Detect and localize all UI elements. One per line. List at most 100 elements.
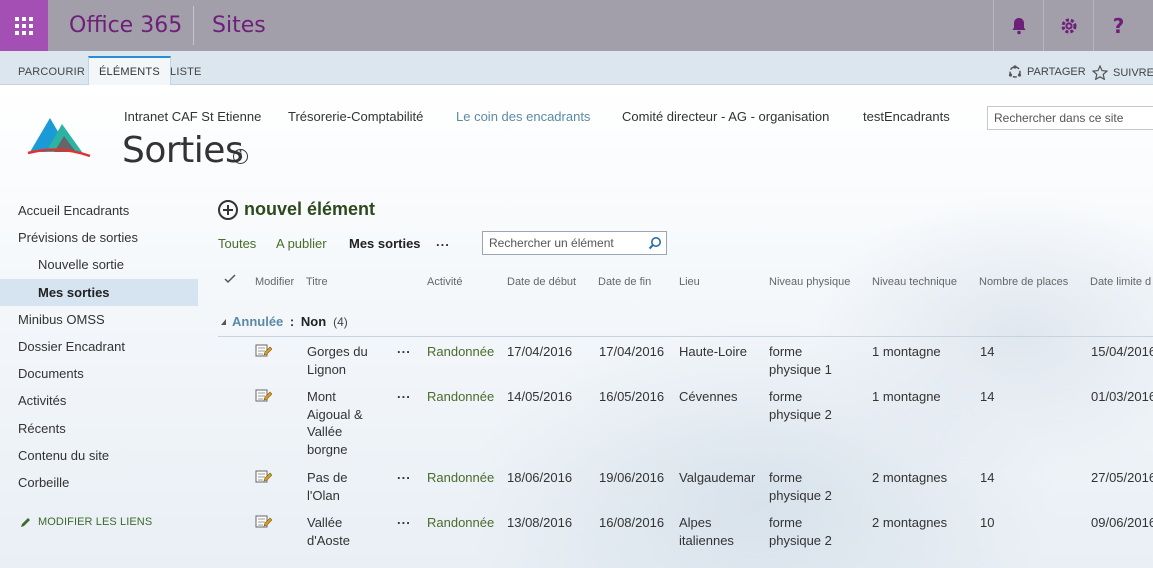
brand-separator (193, 6, 194, 45)
cell-start-date: 14/05/2016 (507, 389, 573, 404)
cell-technical-level: 1 montagne (872, 344, 941, 359)
notifications-button[interactable] (993, 0, 1043, 51)
item-menu-ellipsis[interactable]: ... (397, 512, 411, 527)
edit-item-icon[interactable] (255, 388, 273, 406)
cell-title[interactable]: Pas de l'Olan (307, 469, 369, 504)
suite-bar: Office 365 Sites ? (0, 0, 1153, 51)
sidebar-item-dossier[interactable]: Dossier Encadrant (0, 333, 198, 360)
share-label: PARTAGER (1027, 66, 1086, 78)
cell-start-date: 17/04/2016 (507, 344, 573, 359)
cell-place: Alpes italiennes (679, 515, 734, 548)
cell-activity[interactable]: Randonnée (427, 469, 507, 487)
collapse-triangle-icon[interactable] (221, 318, 226, 325)
item-menu-ellipsis[interactable]: ... (397, 467, 411, 482)
sidebar-item-documents[interactable]: Documents (0, 360, 198, 387)
cell-place: Cévennes (679, 389, 738, 404)
app-name-link[interactable]: Sites (212, 13, 266, 38)
cell-places-count: 14 (980, 389, 995, 404)
modify-links-button[interactable]: MODIFIER LES LIENS (20, 516, 152, 528)
ribbon: PARCOURIR ÉLÉMENTS LISTE PARTAGER SUIVRE (0, 51, 1153, 85)
sidebar-item-activites[interactable]: Activités (0, 387, 198, 414)
cell-place: Valgaudemar (679, 470, 756, 485)
item-menu-ellipsis[interactable]: ... (397, 341, 411, 356)
sidebar-item-previsions[interactable]: Prévisions de sorties (0, 224, 198, 251)
topnav-item-tresorerie[interactable]: Trésorerie-Comptabilité (288, 109, 423, 124)
tab-items[interactable]: ÉLÉMENTS (88, 56, 171, 85)
app-launcher-button[interactable] (0, 0, 48, 51)
cell-title[interactable]: Mont Aigoual & Vallée borgne (307, 388, 369, 458)
info-icon[interactable]: i (233, 149, 248, 164)
cell-start-date: 13/08/2016 (507, 515, 573, 530)
help-button[interactable]: ? (1093, 0, 1143, 51)
topnav-item-intranet[interactable]: Intranet CAF St Etienne (124, 109, 261, 124)
follow-button[interactable]: SUIVRE (1092, 65, 1153, 80)
cell-activity[interactable]: Randonnée (427, 388, 507, 406)
sidebar-item-recents[interactable]: Récents (0, 415, 198, 442)
column-header-nombre-places[interactable]: Nombre de places (979, 276, 1068, 288)
view-toutes[interactable]: Toutes (218, 236, 256, 251)
cell-activity[interactable]: Randonnée (427, 343, 507, 361)
list-search-placeholder: Rechercher un élément (489, 236, 614, 250)
cell-start-date: 18/06/2016 (507, 470, 573, 485)
group-header-annulee[interactable]: Annulée : Non (4) (221, 314, 348, 329)
list-search-input[interactable]: Rechercher un élément (482, 231, 667, 255)
edit-item-icon[interactable] (255, 514, 273, 532)
new-item-button[interactable]: nouvel élément (218, 199, 375, 220)
cell-end-date: 16/08/2016 (599, 515, 665, 530)
view-mes-sorties[interactable]: Mes sorties (349, 236, 421, 251)
topnav-item-comite[interactable]: Comité directeur - AG - organisation (622, 109, 829, 124)
select-all-checkmark-icon[interactable] (224, 274, 236, 287)
group-separator: : (286, 314, 298, 329)
sidebar-item-mes-sorties[interactable]: Mes sorties (0, 278, 198, 306)
add-circle-icon (218, 199, 238, 220)
sidebar-item-contenu[interactable]: Contenu du site (0, 442, 198, 469)
brand-link[interactable]: Office 365 (69, 13, 182, 38)
edit-item-icon[interactable] (255, 469, 273, 487)
tab-list[interactable]: LISTE (160, 56, 212, 85)
topnav-item-encadrants[interactable]: Le coin des encadrants (456, 109, 590, 124)
mountain-logo-icon (27, 118, 91, 158)
column-header-activite[interactable]: Activité (427, 276, 462, 288)
cell-deadline: 15/04/2016 (1091, 344, 1153, 359)
tab-browse[interactable]: PARCOURIR (8, 56, 95, 85)
share-button[interactable]: PARTAGER (1008, 65, 1086, 79)
cell-title[interactable]: Vallée d'Aoste (307, 514, 369, 549)
left-navigation: Accueil Encadrants Prévisions de sorties… (0, 197, 198, 496)
sidebar-item-minibus[interactable]: Minibus OMSS (0, 306, 198, 333)
site-search-input[interactable]: Rechercher dans ce site (987, 106, 1153, 130)
cell-title[interactable]: Gorges du Lignon (307, 343, 369, 378)
modify-links-label: MODIFIER LES LIENS (38, 516, 153, 528)
cell-end-date: 19/06/2016 (599, 470, 665, 485)
column-header-date-limite[interactable]: Date limite d (1090, 276, 1151, 288)
cell-deadline: 01/03/2016 (1091, 389, 1153, 404)
settings-button[interactable] (1043, 0, 1093, 51)
column-header-date-debut[interactable]: Date de début (507, 276, 576, 288)
search-icon[interactable] (648, 236, 662, 250)
column-header-date-fin[interactable]: Date de fin (598, 276, 651, 288)
help-icon: ? (1112, 13, 1125, 38)
site-logo[interactable] (26, 112, 92, 163)
cell-physical-level: forme physique 2 (769, 389, 832, 422)
edit-item-icon[interactable] (255, 343, 273, 361)
gear-icon (1061, 18, 1076, 33)
cell-activity[interactable]: Randonnée (427, 514, 507, 532)
column-header-niveau-technique[interactable]: Niveau technique (872, 276, 957, 288)
column-header-niveau-physique[interactable]: Niveau physique (769, 276, 850, 288)
cell-physical-level: forme physique 2 (769, 515, 832, 548)
sidebar-item-accueil[interactable]: Accueil Encadrants (0, 197, 198, 224)
group-value: Non (300, 314, 327, 329)
view-more-ellipsis[interactable]: ... (436, 234, 450, 249)
sidebar-item-nouvelle-sortie[interactable]: Nouvelle sortie (0, 251, 198, 278)
topnav-item-test[interactable]: testEncadrants (863, 109, 950, 124)
bell-icon (1012, 17, 1025, 34)
column-header-lieu[interactable]: Lieu (679, 276, 700, 288)
view-a-publier[interactable]: A publier (276, 236, 327, 251)
item-menu-ellipsis[interactable]: ... (397, 386, 411, 401)
cell-places-count: 14 (980, 344, 995, 359)
cell-technical-level: 2 montagnes (872, 515, 948, 530)
cell-deadline: 09/06/2016 (1091, 515, 1153, 530)
cell-end-date: 16/05/2016 (599, 389, 665, 404)
sidebar-item-corbeille[interactable]: Corbeille (0, 469, 198, 496)
cell-place: Haute-Loire (679, 344, 747, 359)
column-header-titre[interactable]: Titre (306, 276, 328, 288)
